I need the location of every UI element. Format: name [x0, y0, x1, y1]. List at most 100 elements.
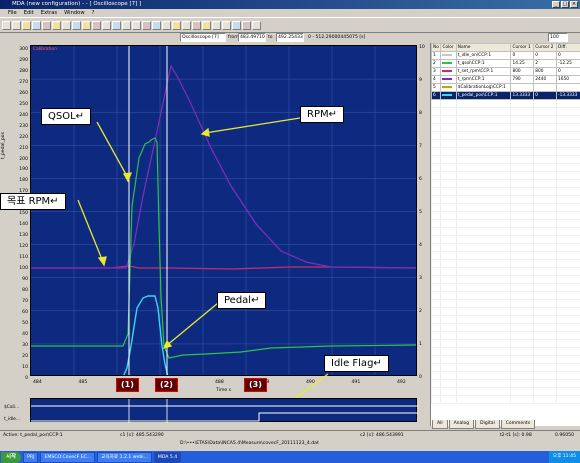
- left-axis: t_pedal_pos 300 290 280 270 260 250 240 230 220 2…: [0, 42, 30, 382]
- toolbar-button-icon[interactable]: [32, 21, 41, 30]
- minimize-icon[interactable]: _: [552, 1, 560, 8]
- table-row-empty: [430, 227, 580, 236]
- right-axis-tick: 0: [419, 375, 422, 380]
- menu-item-1[interactable]: Edit: [24, 9, 34, 17]
- zoom-select[interactable]: 100: [548, 33, 568, 42]
- table-row-empty: [430, 99, 580, 108]
- toolbar-button-icon[interactable]: [252, 21, 261, 30]
- toolbar-button-icon[interactable]: [232, 21, 241, 30]
- left-axis-tick: 290: [19, 57, 28, 63]
- row-cursor2: 0: [533, 91, 558, 100]
- table-row-empty: [430, 291, 580, 300]
- menu-item-0[interactable]: File: [8, 9, 17, 17]
- table-row-empty: [430, 339, 580, 348]
- x-axis-label: Time s: [216, 388, 232, 393]
- left-axis-tick: 90: [22, 276, 28, 282]
- to-input[interactable]: 492.25433: [276, 33, 304, 42]
- table-row[interactable]: 2 t_qsol\CCP:1 14.25 2 -12.25: [430, 59, 580, 68]
- left-axis-tick: 140: [19, 222, 28, 228]
- tab-all[interactable]: All: [432, 420, 448, 429]
- row-cursor2: 0: [533, 51, 558, 60]
- from-input[interactable]: 483.49710: [238, 33, 266, 42]
- table-row-empty: [430, 371, 580, 380]
- toolbar-button-icon[interactable]: [172, 21, 181, 30]
- marker-3: (3): [244, 378, 267, 392]
- toolbar-button-icon[interactable]: [142, 21, 151, 30]
- row-number: 5: [430, 83, 442, 92]
- row-cursor2: [533, 83, 558, 92]
- toolbar-button-icon[interactable]: [62, 21, 71, 30]
- toolbar-button-icon[interactable]: [202, 21, 211, 30]
- table-row[interactable]: 6 t_pedal_pos\CCP:1 13.3333 0 -13.3333: [430, 91, 580, 100]
- table-row[interactable]: 3 t_set_rpm\CCP:1 800 800 0: [430, 67, 580, 76]
- taskbar-item[interactable]: 교육자료 1.2.1 webi...: [97, 451, 152, 463]
- toolbar-button-icon[interactable]: [12, 21, 21, 30]
- toolbar-button-icon[interactable]: [152, 21, 161, 30]
- digital-plot[interactable]: [30, 398, 418, 423]
- toolbar-button-icon[interactable]: [242, 21, 251, 30]
- row-cursor1: 14.25: [510, 59, 535, 68]
- qsol-series: [31, 137, 416, 359]
- toolbar-button-icon[interactable]: [122, 21, 131, 30]
- toolbar-button-icon[interactable]: [162, 21, 171, 30]
- signal-table-pane: No Color Name Cursor 1 Cursor 2 Diff. 1 t_idle…: [430, 43, 580, 426]
- column-header[interactable]: Name: [455, 43, 512, 52]
- file-path: D:\•••\ETAS\Data\INCA5.4\Measure\covecF_…: [180, 441, 319, 446]
- taskbar-item[interactable]: EMSCO:CovecF EC...: [40, 451, 96, 463]
- table-row[interactable]: 4 t_rpm\CCP:1 790 2440 1650: [430, 75, 580, 84]
- toolbar-button-icon[interactable]: [192, 21, 201, 30]
- toolbar-button-icon[interactable]: [2, 21, 11, 30]
- signal-table: No Color Name Cursor 1 Cursor 2 Diff. 1 t_idle…: [430, 43, 580, 404]
- right-axis-tick: 9: [419, 78, 422, 83]
- taskbar-item[interactable]: PRJ: [23, 451, 39, 463]
- right-tabs: All Analog Digital Comments: [430, 420, 580, 429]
- table-row-empty: [430, 243, 580, 252]
- row-number: 6: [430, 91, 442, 100]
- toolbar-button-icon[interactable]: [92, 21, 101, 30]
- menu-item-4[interactable]: ?: [92, 9, 95, 17]
- oscilloscope-plot[interactable]: Calibration: [30, 45, 417, 376]
- menu-item-3[interactable]: Window: [64, 9, 84, 17]
- column-header[interactable]: No: [430, 43, 442, 52]
- toolbar-button-icon[interactable]: [42, 21, 51, 30]
- toolbar-button-icon[interactable]: [212, 21, 221, 30]
- toolbar-button-icon[interactable]: [82, 21, 91, 30]
- toolbar-button-icon[interactable]: [132, 21, 141, 30]
- table-row-empty: [430, 275, 580, 284]
- toolbar-button-icon[interactable]: [22, 21, 31, 30]
- taskbar-clock: 오후 11:45: [548, 451, 580, 463]
- maximize-icon[interactable]: □: [561, 1, 569, 8]
- start-button[interactable]: 시작: [1, 451, 22, 463]
- row-cursor1: [510, 83, 535, 92]
- left-axis-tick: 70: [22, 298, 28, 304]
- toolbar-button-icon[interactable]: [112, 21, 121, 30]
- column-header[interactable]: Cursor 2: [533, 43, 558, 52]
- range-text: 0 - 512.29000445075 [s]: [308, 35, 366, 40]
- table-row[interactable]: 1 t_idle_on\CCP:1 0 0 0: [430, 51, 580, 60]
- left-axis-tick: 200: [19, 156, 28, 162]
- row-color-swatch: [440, 83, 457, 92]
- column-header[interactable]: Diff.: [556, 43, 580, 52]
- table-row-empty: [430, 115, 580, 124]
- toolbar-button-icon[interactable]: [72, 21, 81, 30]
- instrument-select[interactable]: Oscilloscope [7]: [180, 33, 226, 42]
- toolbar-button-icon[interactable]: [182, 21, 191, 30]
- column-header[interactable]: Color: [440, 43, 457, 52]
- row-cursor2: 2: [533, 59, 558, 68]
- toolbar-button-icon[interactable]: [52, 21, 61, 30]
- row-number: 1: [430, 51, 442, 60]
- column-header[interactable]: Cursor 1: [510, 43, 535, 52]
- target-rpm-annotation: 목표 RPM↵: [0, 193, 66, 210]
- tab-comments[interactable]: Comments: [500, 420, 536, 429]
- tab-analog[interactable]: Analog: [448, 420, 475, 429]
- close-icon[interactable]: ×: [570, 1, 578, 8]
- taskbar-item[interactable]: MDA 5.4: [153, 451, 182, 463]
- row-color-swatch: [440, 75, 457, 84]
- menu-item-2[interactable]: Extras: [41, 9, 57, 17]
- row-cursor1: 790: [510, 75, 535, 84]
- right-axis-tick: 6: [419, 177, 422, 182]
- toolbar-button-icon[interactable]: [102, 21, 111, 30]
- tab-digital[interactable]: Digital: [475, 420, 500, 429]
- table-row[interactable]: 5 $CalibrationLog\CCP:1: [430, 83, 580, 92]
- toolbar-button-icon[interactable]: [222, 21, 231, 30]
